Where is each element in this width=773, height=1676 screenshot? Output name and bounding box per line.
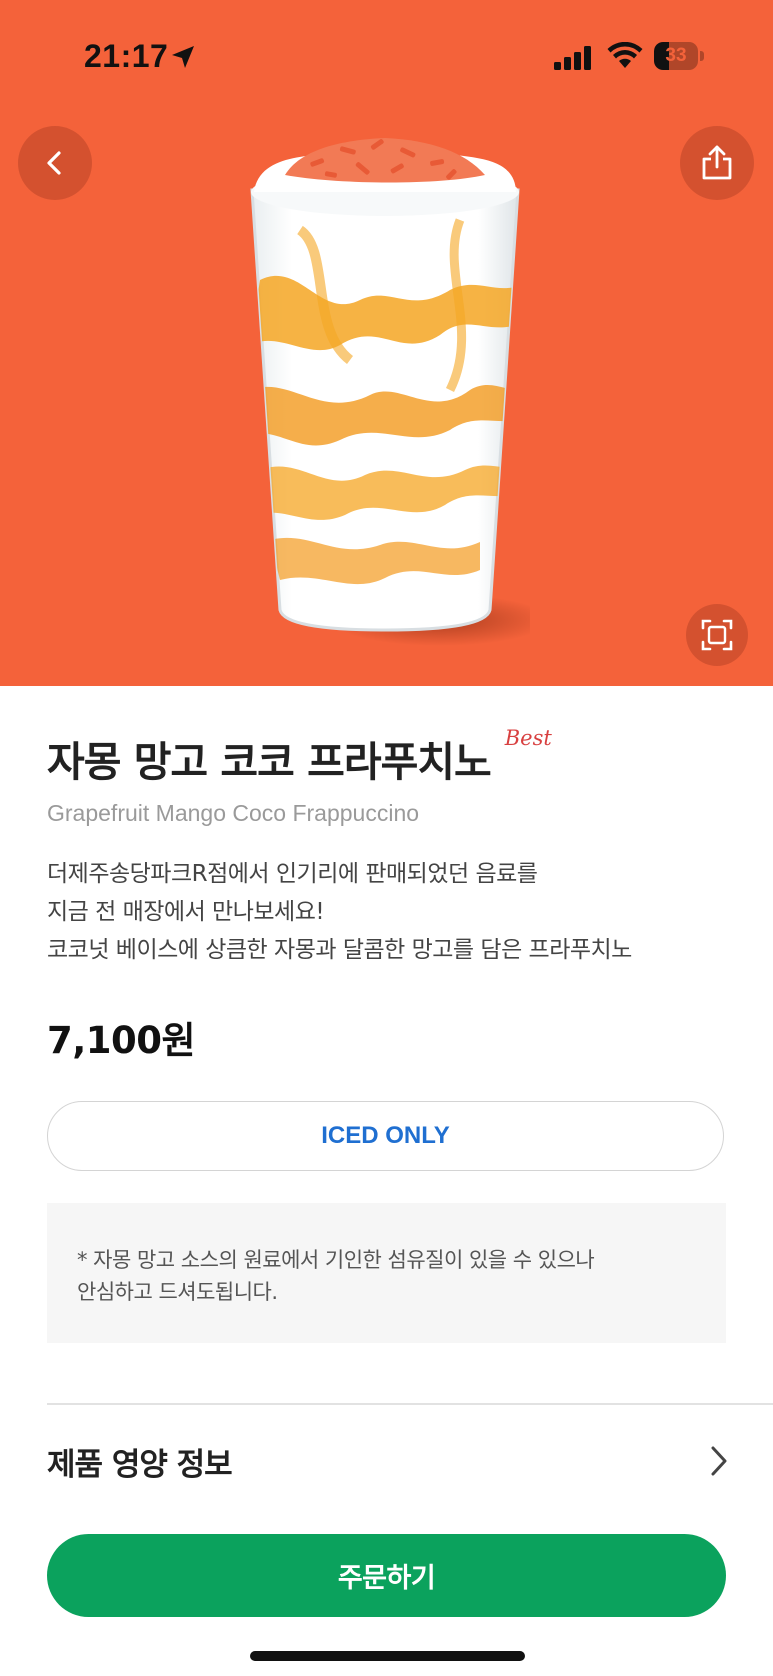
description-line: 더제주송당파크R점에서 인기리에 판매되었던 음료를 — [47, 861, 538, 887]
product-english-name: Grapefruit Mango Coco Frappuccino — [47, 800, 420, 826]
section-divider — [47, 1403, 773, 1405]
product-description: 더제주송당파크R점에서 인기리에 판매되었던 음료를 지금 전 매장에서 만나보… — [47, 855, 737, 969]
nutrition-info-row[interactable]: 제품 영양 정보 — [47, 1430, 730, 1492]
home-indicator — [250, 1651, 525, 1661]
order-button[interactable]: 주문하기 — [47, 1534, 726, 1617]
chevron-left-icon — [47, 151, 61, 175]
image-expand-button[interactable] — [686, 604, 748, 666]
share-button[interactable] — [680, 126, 754, 200]
product-hero-image-area: 21:17 33 — [0, 0, 773, 686]
product-title-row: 자몽 망고 코코 프라푸치노 Best — [47, 726, 726, 788]
back-button[interactable] — [18, 126, 92, 200]
notice-box: * 자몽 망고 소스의 원료에서 기인한 섬유질이 있을 수 있으나 안심하고 … — [47, 1203, 726, 1343]
description-line: 지금 전 매장에서 만나보세요! — [47, 899, 325, 925]
location-arrow-icon — [172, 46, 194, 68]
description-line: 코코넛 베이스에 상큼한 자몽과 달콤한 망고를 담은 프라푸치노 — [47, 937, 632, 963]
product-name: 자몽 망고 코코 프라푸치노 — [47, 738, 492, 786]
frappuccino-drink-image — [250, 138, 530, 646]
wifi-icon — [607, 42, 643, 68]
temperature-option-iced-only[interactable]: ICED ONLY — [47, 1101, 724, 1171]
notice-line: 안심하고 드셔도됩니다. — [77, 1280, 278, 1304]
nutrition-info-label: 제품 영양 정보 — [47, 1446, 233, 1483]
status-time: 21:17 — [84, 38, 169, 74]
fullscreen-icon — [701, 619, 733, 651]
cellular-signal-icon — [554, 46, 591, 70]
battery-percentage: 33 — [665, 45, 687, 66]
best-badge: Best — [504, 726, 552, 750]
battery-icon: 33 — [654, 42, 704, 70]
chevron-right-icon — [711, 1446, 727, 1476]
notice-line: * 자몽 망고 소스의 원료에서 기인한 섬유질이 있을 수 있으나 — [77, 1248, 595, 1272]
share-icon — [702, 145, 732, 180]
product-price: 7,100원 — [47, 1019, 196, 1062]
status-bar: 21:17 33 — [0, 0, 773, 110]
